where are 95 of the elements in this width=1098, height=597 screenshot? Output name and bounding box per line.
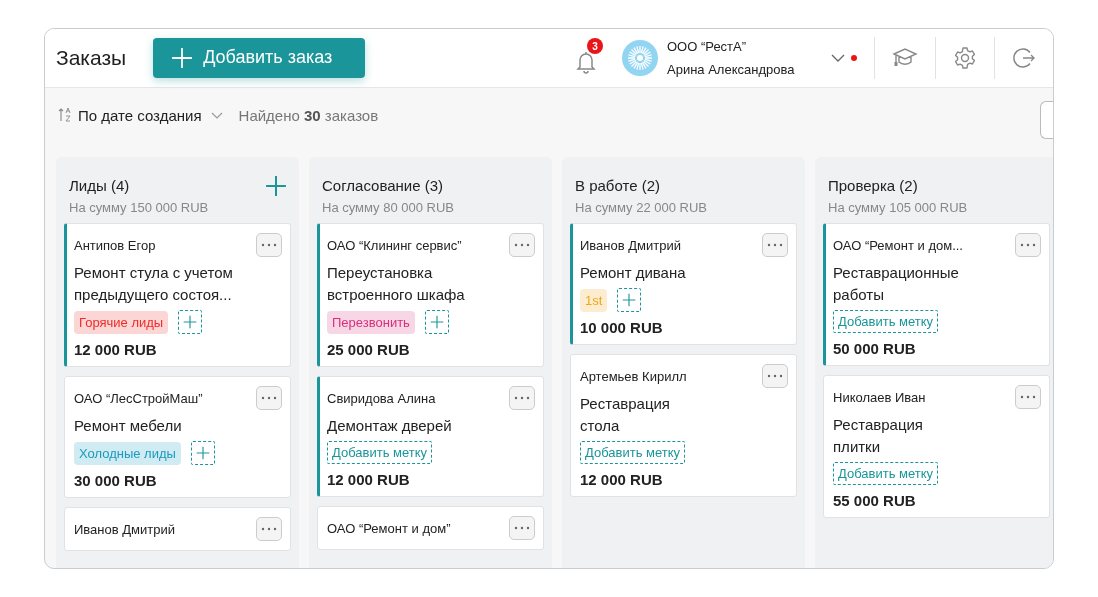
user-name: Арина Александрова (667, 62, 796, 77)
order-card[interactable]: ОАО “Ремонт и дом... Реставрационные работы Добавить метку 50 000 RUB (823, 223, 1050, 366)
more-button[interactable] (256, 233, 282, 257)
client-name: ОАО “Ремонт и дом” (327, 520, 451, 536)
add-tag-button[interactable] (617, 288, 642, 312)
page-title: Заказы (56, 46, 127, 70)
results-count: Найдено 30 заказов (238, 106, 379, 124)
ellipsis-icon (1020, 243, 1036, 247)
column-total: На сумму 22 000 RUB (574, 200, 709, 215)
more-button[interactable] (256, 517, 282, 541)
client-name: Антипов Егор (74, 237, 156, 253)
column-title: В работе (2) (575, 177, 660, 194)
order-card[interactable]: ОАО “ЛесСтройМаш” Ремонт мебели Холодные лиды 30 000 RUB (64, 376, 291, 498)
column-total: На сумму 105 000 RUB (827, 200, 969, 215)
order-card[interactable]: ОАО “Клининг сервис” Переустановка встроенного шкафа Перезвонить 25 000 RUB (317, 223, 544, 367)
ellipsis-icon (767, 374, 783, 378)
ellipsis-icon (514, 526, 530, 530)
plus-icon (171, 46, 194, 69)
column-total: На сумму 150 000 RUB (68, 200, 210, 215)
order-card[interactable]: Свиридова Алина Демонтаж дверей Добавить метку 12 000 RUB (317, 376, 544, 497)
order-card[interactable]: ОАО “Ремонт и дом” (317, 506, 544, 550)
ellipsis-icon (514, 396, 530, 400)
add-tag-button[interactable]: Добавить метку (580, 441, 686, 464)
column-total: На сумму 80 000 RUB (321, 200, 456, 215)
order-card[interactable]: Антипов Егор Ремонт стула с учетом предыдущего состоя... Горячие лиды 12 000 RUB (64, 223, 291, 367)
add-order-button[interactable]: Добавить заказ (153, 37, 366, 78)
more-button[interactable] (509, 386, 535, 410)
client-name: Николаев Иван (833, 389, 926, 405)
ellipsis-icon (261, 243, 277, 247)
plus-icon (622, 293, 637, 307)
client-name: ОАО “Клининг сервис” (327, 237, 462, 253)
more-button[interactable] (509, 516, 535, 540)
add-tag-button[interactable]: Добавить метку (327, 441, 433, 464)
order-card[interactable]: Николаев Иван Реставрация плитки Добавить метку 55 000 RUB (823, 375, 1050, 518)
add-tag-button[interactable] (190, 441, 215, 465)
plus-icon (183, 315, 198, 329)
client-name: Свиридова Алина (327, 390, 436, 406)
plus-icon (265, 174, 287, 197)
client-name: Иванов Дмитрий (580, 237, 681, 253)
order-title: Ремонт стула с учетом предыдущего состоя... (74, 263, 234, 305)
order-title: Реставрация стола (580, 394, 671, 436)
add-tag-button[interactable] (178, 310, 203, 334)
order-amount: 30 000 RUB (74, 472, 158, 489)
client-name: ОАО “Ремонт и дом... (833, 237, 963, 253)
chevron-down-icon[interactable] (831, 54, 845, 62)
logout-icon[interactable] (1012, 46, 1036, 70)
order-title: Реставрационные работы (833, 263, 960, 305)
chevron-down-icon (210, 111, 223, 119)
company-name: ООО “РестА” (667, 39, 748, 54)
more-button[interactable] (1015, 233, 1041, 257)
add-tag-button[interactable]: Добавить метку (833, 310, 939, 333)
order-title: Переустановка встроенного шкафа (327, 263, 466, 305)
more-button[interactable] (762, 364, 788, 388)
more-button[interactable] (762, 233, 788, 257)
order-title: Ремонт мебели (74, 416, 183, 436)
side-button[interactable] (1040, 101, 1053, 139)
more-button[interactable] (509, 233, 535, 257)
order-amount: 12 000 RUB (74, 341, 158, 358)
avatar-icon (622, 40, 658, 76)
client-name: ОАО “ЛесСтройМаш” (74, 390, 203, 406)
client-name: Артемьев Кирилл (580, 368, 687, 384)
sort-icon (58, 107, 72, 123)
notification-count: 3 (587, 38, 603, 54)
more-button[interactable] (256, 386, 282, 410)
column-title: Проверка (2) (828, 177, 918, 194)
plus-icon (195, 446, 210, 460)
ellipsis-icon (514, 243, 530, 247)
order-amount: 25 000 RUB (327, 341, 411, 358)
order-amount: 12 000 RUB (580, 471, 664, 488)
bell-icon (576, 50, 596, 74)
column-title: Лиды (4) (69, 177, 130, 194)
order-title: Демонтаж дверей (327, 416, 453, 436)
client-name: Иванов Дмитрий (74, 521, 175, 537)
sort-dropdown[interactable]: По дате создания (72, 106, 229, 124)
ellipsis-icon (261, 527, 277, 531)
add-tag-button[interactable]: Добавить метку (833, 462, 939, 485)
order-amount: 10 000 RUB (580, 319, 664, 336)
notification-button[interactable]: 3 (576, 38, 604, 74)
order-card[interactable]: Иванов Дмитрий (64, 507, 291, 551)
ellipsis-icon (767, 243, 783, 247)
column-title: Согласование (3) (322, 177, 444, 194)
order-title: Ремонт дивана (580, 263, 687, 283)
add-card-button[interactable] (265, 174, 287, 197)
order-amount: 50 000 RUB (833, 340, 917, 357)
order-amount: 55 000 RUB (833, 492, 917, 509)
plus-icon (429, 315, 444, 329)
order-amount: 12 000 RUB (327, 471, 411, 488)
ellipsis-icon (261, 396, 277, 400)
more-button[interactable] (1015, 385, 1041, 409)
order-card[interactable]: Артемьев Кирилл Реставрация стола Добавить метку 12 000 RUB (570, 354, 797, 497)
ellipsis-icon (1020, 395, 1036, 399)
order-card[interactable]: Иванов Дмитрий Ремонт дивана 1st 10 000 RUB (570, 223, 797, 345)
add-tag-button[interactable] (424, 310, 449, 334)
order-title: Реставрация плитки (833, 415, 924, 457)
settings-icon[interactable] (953, 46, 977, 70)
